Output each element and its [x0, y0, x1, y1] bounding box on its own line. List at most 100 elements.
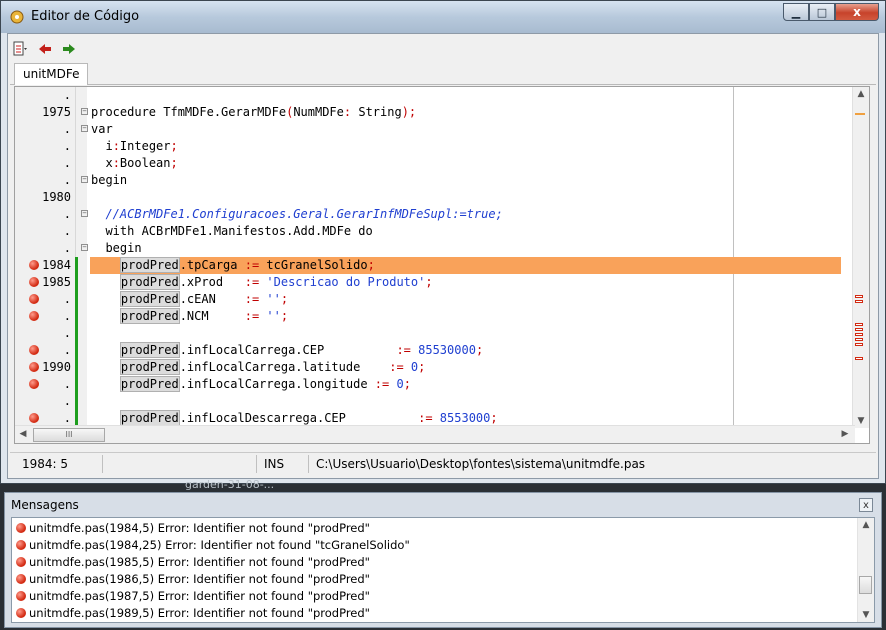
cursor-position: 1984: 5	[22, 457, 69, 471]
messages-close-button[interactable]: x	[859, 498, 873, 512]
code-line[interactable]: . prodPred.infLocalCarrega.CEP := 855300…	[15, 342, 841, 359]
code-token: .xProd	[179, 275, 245, 289]
code-line[interactable]: 1980	[15, 189, 841, 206]
code-line[interactable]: . with ACBrMDFe1.Manifestos.Add.MDFe do	[15, 223, 841, 240]
error-marker[interactable]	[855, 323, 863, 326]
code-token: ''	[259, 309, 281, 323]
error-marker[interactable]	[855, 338, 863, 341]
scroll-right-icon[interactable]: ▶	[839, 427, 851, 441]
scroll-up-icon[interactable]: ▲	[855, 87, 867, 101]
error-marker[interactable]	[855, 295, 863, 298]
message-item[interactable]: unitmdfe.pas(1986,5) Error: Identifier n…	[16, 571, 370, 588]
code-line[interactable]: . − //ACBrMDFe1.Configuracoes.Geral.Gerar…	[15, 206, 841, 223]
code-line[interactable]: . i:Integer;	[15, 138, 841, 155]
error-icon[interactable]	[29, 413, 39, 423]
code-token: String	[351, 105, 402, 119]
message-item[interactable]: unitmdfe.pas(1985,5) Error: Identifier n…	[16, 554, 370, 571]
tab-unitmdfe[interactable]: unitMDFe	[14, 63, 89, 85]
error-icon[interactable]	[29, 311, 39, 321]
error-marker[interactable]	[855, 328, 863, 331]
message-item[interactable]: unitmdfe.pas(1989,5) Error: Identifier n…	[16, 605, 370, 622]
error-marker[interactable]	[855, 300, 863, 303]
error-marker[interactable]	[855, 343, 863, 346]
code-text: with ACBrMDFe1.Manifestos.Add.MDFe do	[91, 223, 372, 240]
error-marker[interactable]	[855, 333, 863, 336]
error-icon[interactable]	[29, 277, 39, 287]
code-editor[interactable]: . 1975− procedure TfmMDFe.GerarMDFe(NumMDF…	[14, 86, 870, 444]
fold-toggle-icon[interactable]: −	[81, 210, 88, 217]
code-line[interactable]: . prodPred.NCM := '';	[15, 308, 841, 325]
messages-scroll-thumb[interactable]	[859, 576, 872, 594]
code-text: prodPred.infLocalCarrega.CEP := 85530000…	[91, 342, 483, 359]
code-token: :=	[418, 411, 433, 425]
code-line[interactable]: .	[15, 87, 841, 104]
error-icon	[16, 608, 26, 618]
code-line[interactable]: 1990 prodPred.infLocalCarrega.latitude :…	[15, 359, 841, 376]
error-icon[interactable]	[29, 345, 39, 355]
horizontal-scrollbar[interactable]: ◀ III ▶	[15, 425, 855, 443]
message-text: unitmdfe.pas(1989,5) Error: Identifier n…	[29, 606, 370, 620]
code-token: var	[91, 122, 113, 136]
unresolved-identifier: prodPred	[119, 257, 180, 273]
line-number: 1980	[42, 190, 71, 204]
error-marker[interactable]	[855, 357, 863, 360]
fold-toggle-icon[interactable]: −	[81, 125, 88, 132]
code-text: prodPred.NCM := '';	[91, 308, 288, 325]
message-item[interactable]: unitmdfe.pas(1984,25) Error: Identifier …	[16, 537, 410, 554]
code-line[interactable]: .	[15, 325, 841, 342]
messages-window: Mensagens x unitmdfe.pas(1984,5) Error: …	[4, 492, 882, 628]
code-line[interactable]: . prodPred.infLocalCarrega.longitude := …	[15, 376, 841, 393]
code-token: .infLocalDescarrega.CEP	[179, 411, 419, 425]
maximize-button[interactable]: □	[809, 3, 835, 21]
code-token: begin	[91, 173, 128, 187]
minimize-button[interactable]: ▁	[783, 3, 809, 21]
message-item[interactable]: unitmdfe.pas(1984,5) Error: Identifier n…	[16, 520, 370, 537]
code-line[interactable]: .	[15, 393, 841, 410]
arrow-back-icon[interactable]	[36, 40, 54, 58]
code-line[interactable]: . − var	[15, 121, 841, 138]
arrow-forward-icon[interactable]	[60, 40, 78, 58]
error-icon[interactable]	[29, 260, 39, 270]
line-number: 1984	[42, 258, 71, 272]
vertical-scrollbar[interactable]: ▲ ▼	[852, 87, 869, 428]
code-line[interactable]: . prodPred.cEAN := '';	[15, 291, 841, 308]
fold-toggle-icon[interactable]: −	[81, 176, 88, 183]
code-text: begin	[91, 240, 141, 257]
horizontal-scroll-thumb[interactable]: III	[33, 428, 105, 442]
code-line[interactable]: . − begin	[15, 240, 841, 257]
error-icon[interactable]	[29, 362, 39, 372]
close-button[interactable]: x	[835, 3, 879, 21]
fold-toggle-icon[interactable]: −	[81, 108, 88, 115]
title-bar[interactable]: Editor de Código ▁ □ x	[1, 1, 885, 33]
status-separator	[256, 455, 257, 473]
code-line[interactable]: 1975 − procedure TfmMDFe.GerarMDFe(NumMDFe…	[15, 104, 841, 121]
scroll-up-icon[interactable]: ▲	[860, 518, 872, 532]
code-line[interactable]: 1984 prodPred.tpCarga := tcGranelSolido;	[15, 257, 841, 274]
code-line[interactable]: 1985 prodPred.xProd := 'Descricao do Pro…	[15, 274, 841, 291]
error-icon[interactable]	[29, 294, 39, 304]
unit-list-icon[interactable]	[12, 40, 30, 58]
messages-list[interactable]: unitmdfe.pas(1984,5) Error: Identifier n…	[11, 517, 875, 623]
messages-scrollbar[interactable]: ▲ ▼	[857, 518, 874, 622]
code-line[interactable]: . − begin	[15, 172, 841, 189]
code-token: ;	[418, 360, 426, 374]
code-token: i	[91, 139, 113, 153]
fold-toggle-icon[interactable]: −	[81, 244, 88, 251]
code-text: i:Integer;	[91, 138, 178, 155]
code-token: ;	[170, 139, 178, 153]
line-number: .	[63, 139, 71, 153]
error-icon	[16, 523, 26, 533]
code-line[interactable]: . x:Boolean;	[15, 155, 841, 172]
scroll-left-icon[interactable]: ◀	[17, 427, 29, 441]
code-text: //ACBrMDFe1.Configuracoes.Geral.GerarInf…	[91, 206, 502, 223]
scroll-down-icon[interactable]: ▼	[860, 608, 872, 622]
message-item[interactable]: unitmdfe.pas(1987,5) Error: Identifier n…	[16, 588, 370, 605]
code-token: ;	[280, 309, 289, 323]
error-icon[interactable]	[29, 379, 39, 389]
scroll-down-icon[interactable]: ▼	[855, 414, 867, 428]
unresolved-identifier: prodPred	[119, 274, 180, 290]
